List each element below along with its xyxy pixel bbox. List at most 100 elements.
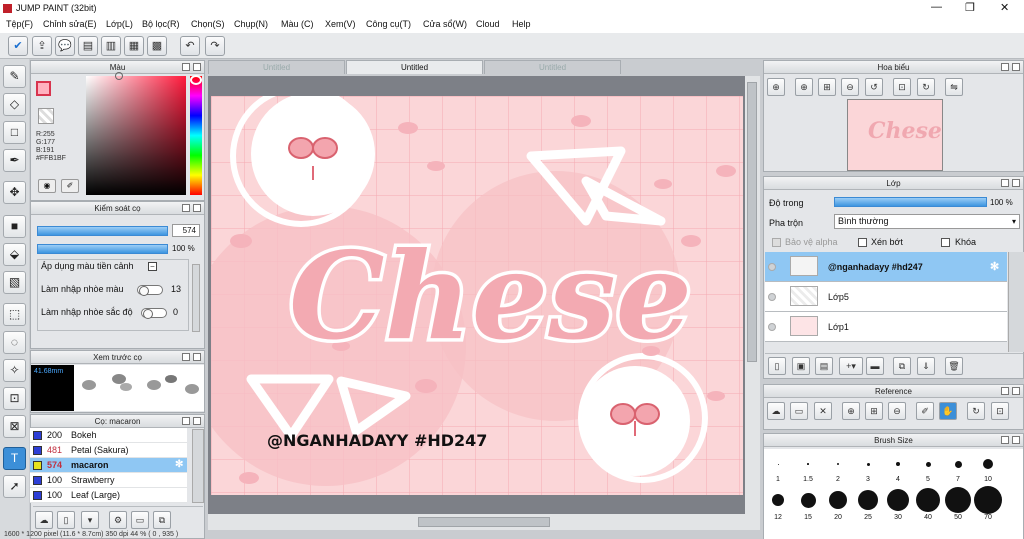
magic-wand-icon[interactable]: ✧ [3,359,26,382]
brush-size-dot[interactable] [974,486,1002,514]
panel-float-icon[interactable] [182,63,190,71]
reference-zoom-in-icon[interactable]: ⊕ [842,402,860,420]
brush-size-dot[interactable] [945,487,971,513]
protect-alpha-checkbox[interactable] [772,238,781,247]
brush-settings-icon[interactable]: ⚙ [109,511,127,529]
add-layer-menu-icon[interactable]: +▾ [839,357,863,375]
layers-scrollbar[interactable] [1008,252,1024,352]
reference-full-icon[interactable]: ⊡ [991,402,1009,420]
new-layer-folder-icon[interactable]: ▣ [792,357,810,375]
lock-checkbox[interactable] [941,238,950,247]
menu-capture[interactable]: Chụp(N) [234,19,268,29]
hue-slider-handle[interactable] [190,75,202,85]
lasso-tool-icon[interactable]: ◌ [3,331,26,354]
zoom-actual-icon[interactable]: ⊞ [818,78,836,96]
reference-zoom-out-icon[interactable]: ⊖ [888,402,906,420]
brush-size-dot[interactable] [983,459,993,469]
color-picker-handle[interactable] [115,72,123,80]
menu-file[interactable]: Tệp(F) [6,19,33,29]
clip-checkbox[interactable] [858,238,867,247]
panel-close-icon[interactable] [193,63,201,71]
brush-opacity-slider[interactable] [37,244,168,254]
gradient-tool-icon[interactable]: ▧ [3,271,26,294]
palette-icon[interactable]: ◉ [38,179,56,193]
export-icon[interactable]: ⇪ [32,36,52,56]
panel-float-icon[interactable] [1001,63,1009,71]
brush-size-dot[interactable] [777,463,779,465]
saturation-value-picker[interactable] [86,76,186,195]
copy-icon[interactable]: ⧉ [153,511,171,529]
panel-close-icon[interactable] [1012,387,1020,395]
brush-size-dot[interactable] [896,462,900,466]
brush-size-dot[interactable] [954,460,962,468]
reference-close-icon[interactable]: ✕ [814,402,832,420]
visibility-icon[interactable] [768,293,776,301]
halftone-layer-icon[interactable]: ▤ [815,357,833,375]
panel-close-icon[interactable] [1012,179,1020,187]
reference-rotate-icon[interactable]: ↻ [967,402,985,420]
visibility-icon[interactable] [768,323,776,331]
comment-icon[interactable]: 💬 [55,36,75,56]
brush-size-dot[interactable] [772,494,784,506]
brush-size-value[interactable]: 574 [172,224,200,237]
transparent-color-swatch[interactable] [38,108,54,124]
panel-float-icon[interactable] [1001,387,1009,395]
restore-button[interactable]: ❐ [965,1,975,14]
fill-rect-icon[interactable]: ■ [3,215,26,238]
brush-size-dot[interactable] [858,490,878,510]
brush-size-dot[interactable] [925,461,931,467]
merge-layer-icon[interactable]: ⇓ [917,357,935,375]
menu-layer[interactable]: Lớp(L) [106,19,133,29]
tab-untitled-1[interactable]: Untitled [208,60,345,74]
fit-window-icon[interactable]: ⊡ [893,78,911,96]
hue-slider[interactable] [190,76,202,195]
layer-settings-gear-icon[interactable]: ✻ [990,252,999,282]
layer-folder-icon[interactable]: ▬ [866,357,884,375]
cloud-sync-icon[interactable]: ✔ [8,36,28,56]
brush-item-bokeh[interactable]: 200 Bokeh [30,428,187,443]
rotate-left-icon[interactable]: ↺ [865,78,883,96]
grid-icon[interactable]: ▩ [147,36,167,56]
bucket-fill-icon[interactable]: ⬙ [3,243,26,266]
layer-row-lop1[interactable]: Lớp1 [765,312,1007,342]
eraser-tool-icon[interactable]: ◇ [3,93,26,116]
brush-item-strawberry[interactable]: 100 Strawberry [30,473,187,488]
brush-size-dot[interactable] [866,462,870,466]
panel-float-icon[interactable] [1001,436,1009,444]
tab-untitled-2[interactable]: Untitled [346,60,483,74]
menu-view[interactable]: Xem(V) [325,19,356,29]
menu-color[interactable]: Màu (C) [281,19,314,29]
panel-close-icon[interactable] [1012,436,1020,444]
menu-cloud[interactable]: Cloud [476,19,500,29]
brush-item-petal[interactable]: 481 Petal (Sakura) [30,443,187,458]
zoom-fit-icon[interactable]: ⊕ [767,78,785,96]
brush-size-dot[interactable] [837,463,839,465]
menu-select[interactable]: Chọn(S) [191,19,225,29]
flip-icon[interactable]: ⇋ [945,78,963,96]
panel-close-icon[interactable] [1012,63,1020,71]
redo-icon[interactable]: ↷ [205,36,225,56]
brush-size-slider[interactable] [37,226,168,236]
panel-close-icon[interactable] [193,204,201,212]
page-icon[interactable]: ▦ [124,36,144,56]
new-brush-icon[interactable]: ▯ [57,511,75,529]
new-layer-icon[interactable]: ▯ [768,357,786,375]
tab-untitled-3[interactable]: Untitled [484,60,621,74]
brush-size-dot[interactable] [807,463,809,465]
layer-row-lop5[interactable]: Lớp5 [765,282,1007,312]
panel-float-icon[interactable] [1001,179,1009,187]
folder-icon[interactable]: ▭ [131,511,149,529]
close-button[interactable]: ✕ [1000,1,1009,14]
blend-mode-select[interactable]: Bình thường ▾ [834,214,1020,229]
layer-opacity-slider[interactable] [834,197,987,207]
horizontal-scroll-thumb[interactable] [418,517,550,527]
operation-tool-icon[interactable]: ➚ [3,475,26,498]
settings-gear-icon[interactable]: ✻ [175,458,183,472]
brush-size-dot[interactable] [916,488,940,512]
brush-size-dot[interactable] [887,489,909,511]
select-tool-icon[interactable]: ⬚ [3,303,26,326]
eyedropper-icon[interactable]: ✐ [61,179,79,193]
panel-float-icon[interactable] [182,353,190,361]
menu-filter[interactable]: Bộ lọc(R) [142,19,180,29]
brush-menu-icon[interactable]: ▾ [81,511,99,529]
